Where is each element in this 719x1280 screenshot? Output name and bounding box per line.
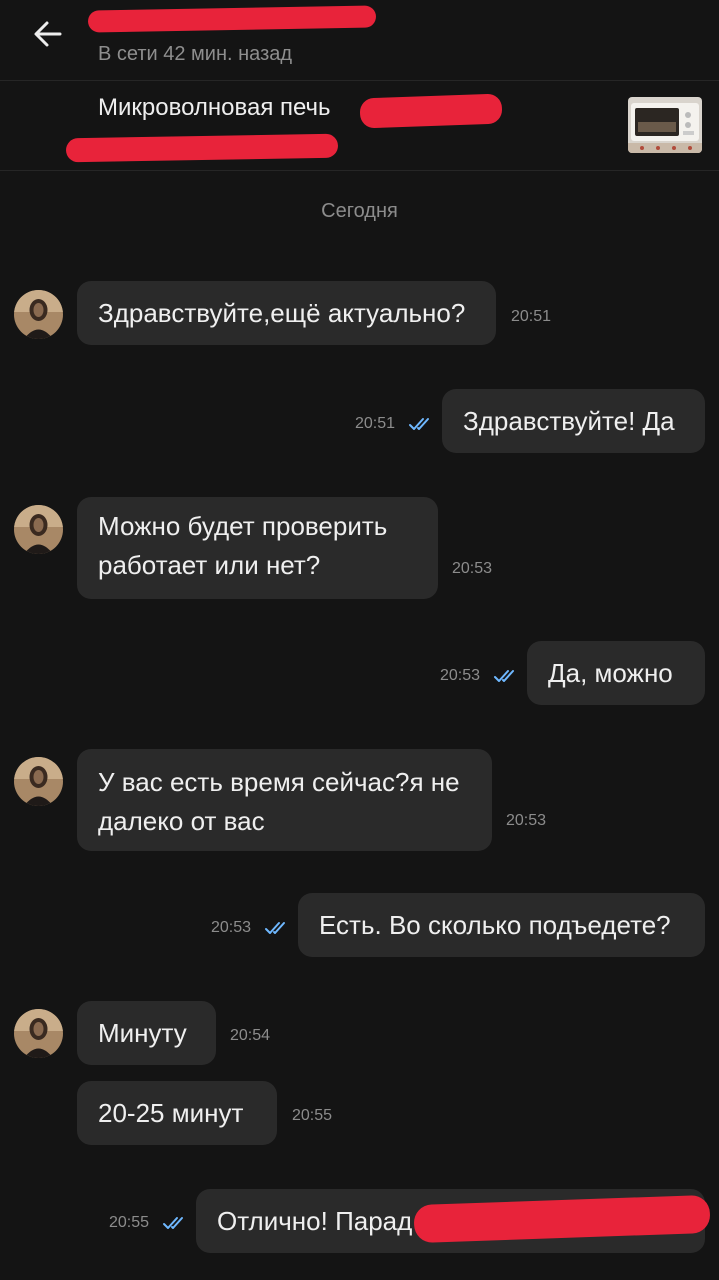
redaction-contact-name	[87, 5, 377, 33]
message-text: Да, можно	[548, 658, 673, 688]
message-text-line: Можно будет проверить	[98, 511, 388, 541]
message-bubble-incoming[interactable]: Можно будет проверить работает или нет?	[77, 497, 438, 599]
message-time: 20:53	[506, 812, 547, 829]
message-time: 20:51	[511, 308, 552, 325]
message-bubble-outgoing[interactable]: Здравствуйте! Да	[442, 389, 705, 453]
avatar[interactable]	[14, 1009, 63, 1058]
avatar[interactable]	[14, 290, 63, 339]
listing-thumbnail[interactable]	[628, 97, 702, 153]
avatar[interactable]	[14, 505, 63, 554]
redaction-listing-title	[359, 93, 503, 129]
double-check-read-icon	[408, 416, 434, 432]
message-text: Отлично! Парад	[217, 1206, 413, 1236]
avatar[interactable]	[14, 757, 63, 806]
message-text: Здравствуйте! Да	[463, 406, 675, 436]
redaction-listing-price	[65, 133, 339, 163]
message-bubble-incoming[interactable]: У вас есть время сейчас?я не далеко от в…	[77, 749, 492, 851]
double-check-read-icon	[264, 920, 290, 936]
message-text: Есть. Во сколько подъедете?	[319, 910, 671, 940]
message-text-line: работает или нет?	[98, 550, 321, 580]
double-check-read-icon	[493, 668, 519, 684]
message-time: 20:53	[440, 667, 481, 684]
listing-title[interactable]: Микроволновая печь	[98, 94, 331, 122]
message-text: Здравствуйте,ещё актуально?	[98, 298, 466, 328]
message-text: Минуту	[98, 1018, 187, 1048]
message-time: 20:53	[452, 560, 493, 577]
message-bubble-incoming[interactable]: Здравствуйте,ещё актуально?	[77, 281, 496, 345]
chat-header: В сети 42 мин. назад	[0, 0, 719, 81]
message-text: 20-25 минут	[98, 1098, 244, 1128]
message-time: 20:55	[292, 1107, 333, 1124]
message-text-line: далеко от вас	[98, 806, 265, 836]
message-bubble-incoming[interactable]: Минуту	[77, 1001, 216, 1065]
message-bubble-outgoing[interactable]: Есть. Во сколько подъедете?	[298, 893, 705, 957]
double-check-read-icon	[162, 1215, 188, 1231]
message-time: 20:51	[355, 415, 396, 432]
message-text-line: У вас есть время сейчас?я не	[98, 767, 460, 797]
message-time: 20:53	[211, 919, 252, 936]
message-time: 20:55	[109, 1214, 150, 1231]
date-separator: Сегодня	[321, 200, 398, 222]
online-status: В сети 42 мин. назад	[98, 43, 293, 65]
back-arrow-icon[interactable]	[30, 14, 70, 54]
message-bubble-incoming[interactable]: 20-25 минут	[77, 1081, 277, 1145]
message-time: 20:54	[230, 1027, 271, 1044]
message-bubble-outgoing[interactable]: Да, можно	[527, 641, 705, 705]
